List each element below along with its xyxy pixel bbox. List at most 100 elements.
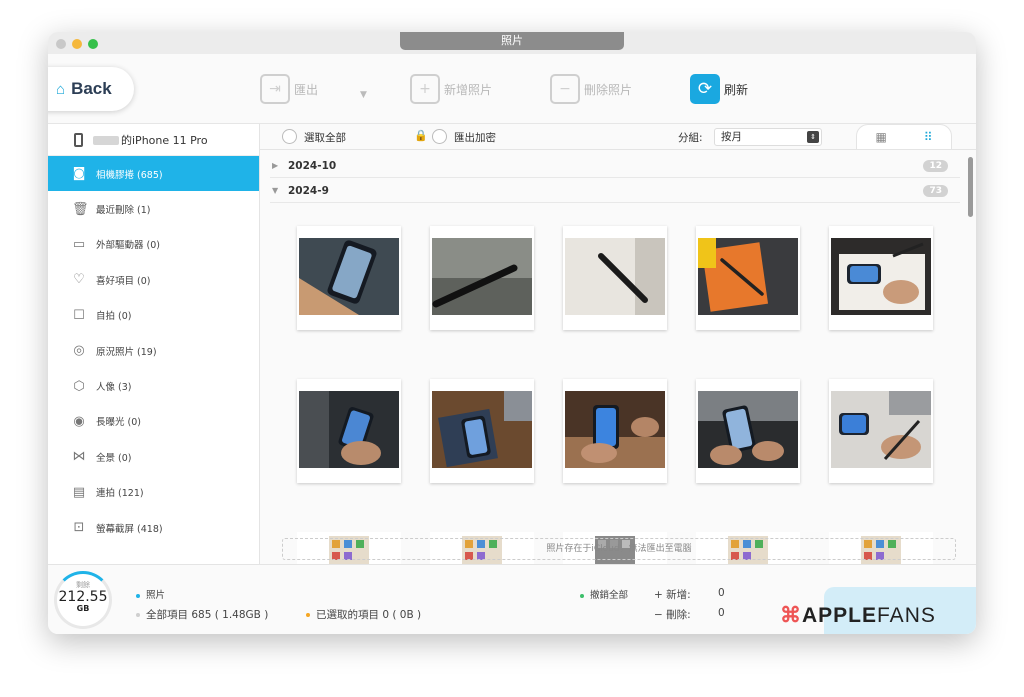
date-group-row[interactable]: ▼ 2024-9 73 — [270, 179, 960, 203]
add-photo-label: 新增照片 — [444, 82, 493, 97]
refresh-icon: ⟳ — [690, 74, 720, 104]
group-select[interactable]: 按月 ⇕ — [714, 128, 822, 146]
sidebar-item-label: 全景 (0) — [96, 452, 132, 464]
camera-icon: ◙ — [72, 166, 86, 182]
photo-image — [432, 391, 532, 468]
selected-items-info: 已選取的項目 0 ( 0B ) — [306, 607, 421, 622]
photo-thumbnail[interactable] — [297, 379, 401, 483]
screenshot-icon: ⊡ — [73, 520, 85, 536]
sidebar-item-external-drive[interactable]: ▭ 外部驅動器 (0) — [48, 227, 259, 262]
date-group-label: 2024-9 — [288, 184, 329, 197]
sidebar-item-label: 連拍 (121) — [96, 488, 144, 500]
photo-thumbnail[interactable] — [829, 379, 933, 483]
photo-thumbnail[interactable] — [829, 226, 933, 330]
add-photo-icon: + — [410, 74, 440, 104]
sidebar-item-recently-deleted[interactable]: 🗑 最近刪除 (1) — [48, 191, 259, 226]
group-label: 分組: — [678, 132, 703, 144]
refresh-button[interactable]: ⟳ 刷新 — [690, 74, 748, 104]
deleted-value: 0 — [718, 607, 725, 619]
heart-icon: ♡ — [73, 272, 85, 288]
category-label: 照片 — [146, 590, 166, 601]
delete-photo-button[interactable]: − 刪除照片 — [550, 74, 632, 104]
sidebar-item-label: 原況照片 (19) — [96, 346, 157, 358]
sidebar-item-selfies[interactable]: ☐ 自拍 (0) — [48, 298, 259, 333]
export-dropdown-icon[interactable]: ▼ — [360, 90, 367, 100]
undo-dot — [580, 593, 584, 598]
panorama-icon: ⋈ — [72, 449, 86, 465]
trash-icon: 🗑 — [72, 201, 89, 217]
live-photo-icon: ◎ — [73, 343, 85, 359]
sidebar-item-panorama[interactable]: ⋈ 全景 (0) — [48, 439, 259, 474]
export-icon: ⇥ — [260, 74, 290, 104]
back-label: Back — [71, 79, 112, 98]
photo-thumbnail[interactable] — [430, 379, 534, 483]
sidebar-item-long-exposure[interactable]: ◉ 長曝光 (0) — [48, 404, 259, 439]
sidebar-item-label: 相機膠捲 (685) — [96, 169, 163, 181]
added-label: + 新增: — [654, 589, 691, 601]
export-button[interactable]: ⇥ 匯出 — [260, 74, 318, 104]
device-name: 的iPhone 11 Pro — [121, 133, 208, 147]
export-encrypt-checkbox[interactable] — [432, 129, 447, 144]
device-header[interactable]: 的iPhone 11 Pro — [48, 124, 259, 156]
total-items-info: 全部項目 685 ( 1.48GB ) — [136, 607, 268, 622]
sidebar-item-live-photos[interactable]: ◎ 原況照片 (19) — [48, 333, 259, 368]
category-info: 照片 — [136, 587, 165, 601]
photo-image — [698, 391, 798, 468]
app-window: 照片 ⌂ Back ⇥ 匯出 ▼ + 新增照片 − 刪除照片 ⟳ 刷新 的iPh… — [48, 32, 976, 634]
photo-thumbnail[interactable] — [563, 226, 667, 330]
small-grid-icon[interactable]: ⠿ — [924, 130, 933, 144]
photo-image — [831, 238, 931, 315]
total-items: 全部項目 685 ( 1.48GB ) — [146, 609, 269, 621]
selected-dot — [306, 613, 310, 617]
undo-all-button[interactable]: 撤銷全部 — [580, 587, 628, 601]
sidebar-item-screenshots[interactable]: ⊡ 螢幕截屏 (418) — [48, 510, 259, 545]
large-grid-icon[interactable]: ▦ — [875, 130, 886, 144]
expand-arrow-icon[interactable]: ▶ — [272, 161, 288, 170]
date-group-row[interactable]: ▶ 2024-10 12 — [270, 154, 960, 178]
drive-icon: ▭ — [72, 236, 86, 252]
storage-gauge: 剩餘 212.55 GB — [54, 571, 112, 629]
sidebar-item-label: 外部驅動器 (0) — [96, 240, 160, 252]
sidebar-item-camera-roll[interactable]: ◙ 相機膠捲 (685) — [48, 156, 259, 192]
clover-icon: ⌘ — [780, 604, 802, 627]
photo-image — [432, 238, 532, 315]
photo-content: 選取全部 🔒 匯出加密 分組: 按月 ⇕ ▦ ⠿ ▶ 2024-10 12 ▼ … — [260, 124, 976, 564]
sidebar-item-burst[interactable]: ▤ 連拍 (121) — [48, 475, 259, 510]
add-photo-button[interactable]: + 新增照片 — [410, 74, 492, 104]
icloud-notice: 照片存在于iCloud，無法匯出至電腦 — [282, 538, 956, 560]
collapse-arrow-icon[interactable]: ▼ — [272, 186, 288, 195]
sidebar-item-label: 最近刪除 (1) — [96, 205, 151, 217]
back-button[interactable]: ⌂ Back — [48, 67, 134, 111]
photo-thumbnail[interactable] — [696, 379, 800, 483]
photo-thumbnail[interactable] — [696, 226, 800, 330]
added-value: 0 — [718, 587, 725, 599]
selected-items: 已選取的項目 0 ( 0B ) — [316, 609, 422, 621]
burst-icon: ▤ — [72, 484, 86, 500]
sidebar-item-portrait[interactable]: ⬡ 人像 (3) — [48, 368, 259, 403]
sidebar-item-favorites[interactable]: ♡ 喜好項目 (0) — [48, 262, 259, 297]
sidebar: 的iPhone 11 Pro ◙ 相機膠捲 (685) 🗑 最近刪除 (1) ▭… — [48, 124, 260, 564]
content-toolbar: 選取全部 🔒 匯出加密 分組: 按月 ⇕ ▦ ⠿ — [260, 124, 976, 150]
photo-thumbnail[interactable] — [563, 379, 667, 483]
date-group-count: 73 — [923, 184, 948, 197]
phone-icon — [74, 132, 83, 147]
photo-thumbnail[interactable] — [297, 226, 401, 330]
maximize-window-button[interactable] — [88, 39, 98, 49]
long-exposure-icon: ◉ — [73, 413, 85, 429]
undo-all-label: 撤銷全部 — [590, 590, 629, 601]
delete-photo-icon: − — [550, 74, 580, 104]
photo-image — [565, 391, 665, 468]
sidebar-item-label: 螢幕截屏 (418) — [96, 523, 163, 535]
photo-image — [299, 391, 399, 468]
group-select-value: 按月 — [721, 131, 742, 143]
close-window-button[interactable] — [56, 39, 66, 49]
photo-thumbnail[interactable] — [430, 226, 534, 330]
storage-unit: GB — [76, 604, 90, 613]
date-group-label: 2024-10 — [288, 159, 337, 172]
minimize-window-button[interactable] — [72, 39, 82, 49]
scrollbar[interactable] — [968, 157, 973, 217]
view-toggle: ▦ ⠿ — [856, 124, 952, 150]
status-footer: 剩餘 212.55 GB 照片 全部項目 685 ( 1.48GB ) 已選取的… — [48, 564, 976, 634]
select-all-checkbox[interactable] — [282, 129, 297, 144]
export-encrypt-label: 匯出加密 — [454, 132, 496, 144]
